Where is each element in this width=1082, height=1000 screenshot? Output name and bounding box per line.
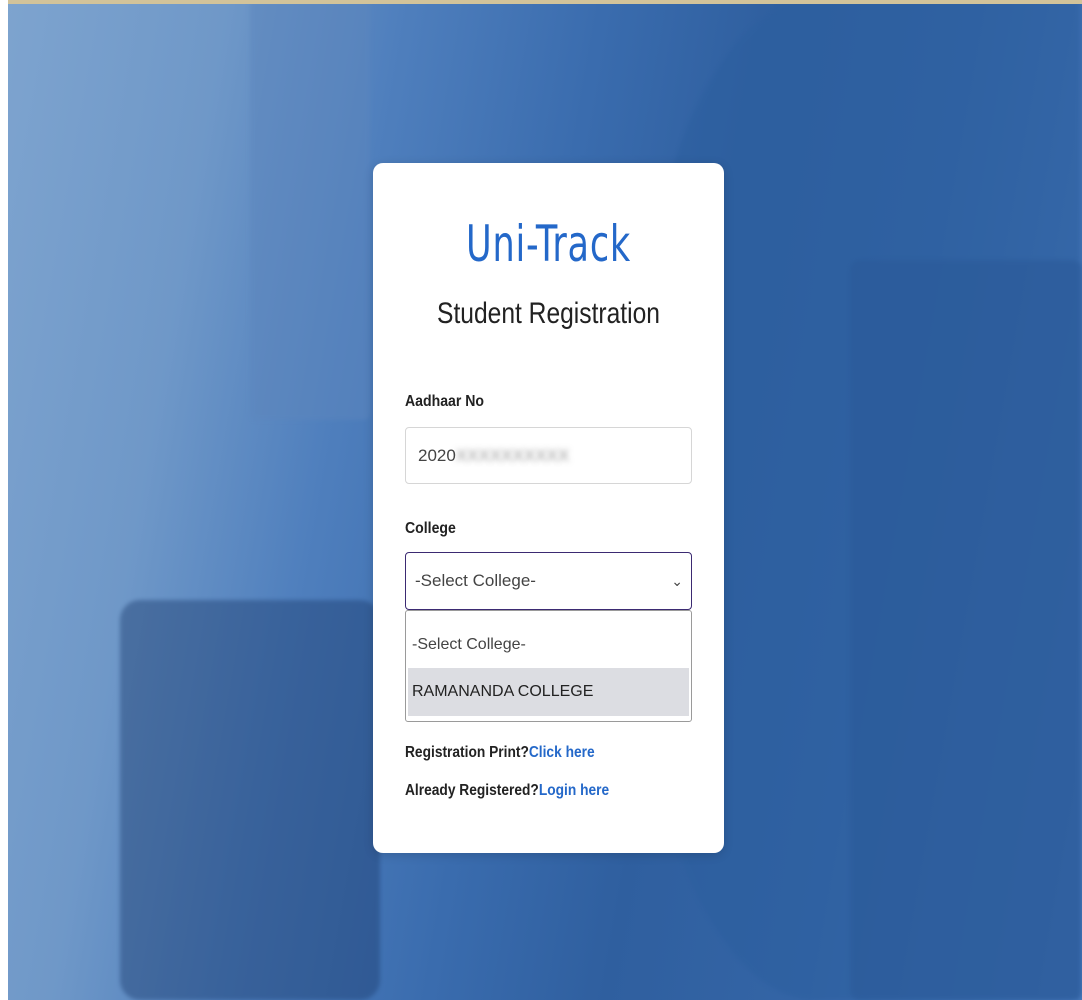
print-link[interactable]: Click here bbox=[529, 744, 595, 761]
login-prefix: Already Registered? bbox=[405, 782, 539, 799]
college-select[interactable]: -Select College- ⌄ bbox=[405, 552, 692, 610]
aadhaar-label: Aadhaar No bbox=[405, 393, 485, 410]
registration-card: Uni-Track Student Registration Aadhaar N… bbox=[373, 163, 724, 853]
college-label: College bbox=[405, 520, 456, 537]
registration-print-line: Registration Print?Click here bbox=[405, 744, 595, 762]
app-brand: Uni-Track bbox=[465, 215, 631, 273]
print-prefix: Registration Print? bbox=[405, 744, 529, 761]
left-edge bbox=[0, 0, 8, 1000]
top-border bbox=[0, 0, 1082, 4]
page-title: Student Registration bbox=[437, 297, 660, 330]
aadhaar-value: 2020 bbox=[418, 446, 456, 465]
login-link[interactable]: Login here bbox=[539, 782, 609, 799]
college-dropdown: -Select College- RAMANANDA COLLEGE bbox=[405, 610, 692, 722]
college-option[interactable]: -Select College- bbox=[408, 621, 689, 669]
chevron-down-icon: ⌄ bbox=[671, 573, 683, 589]
already-registered-line: Already Registered?Login here bbox=[405, 782, 609, 800]
college-selected-value: -Select College- bbox=[415, 571, 536, 590]
college-option-highlighted[interactable]: RAMANANDA COLLEGE bbox=[408, 668, 689, 716]
aadhaar-redacted: XXXXXXXXXX bbox=[455, 446, 570, 465]
aadhaar-input[interactable]: 2020XXXXXXXXXX bbox=[405, 427, 692, 484]
